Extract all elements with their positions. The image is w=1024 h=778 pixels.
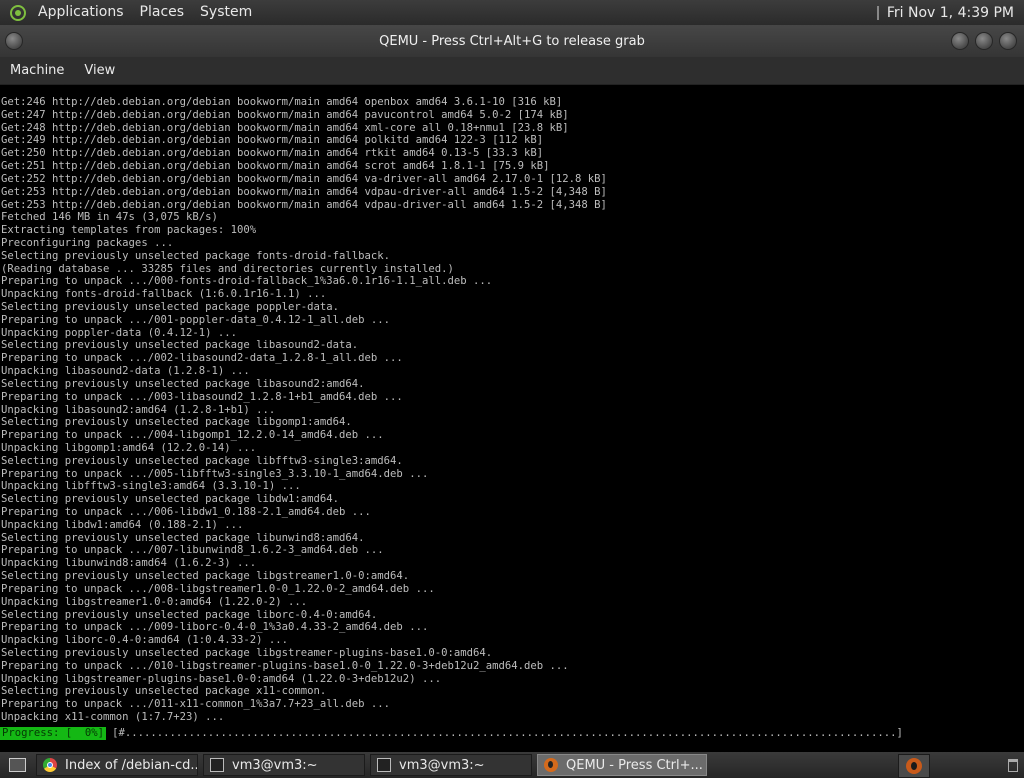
window-menu-button[interactable] [5, 32, 23, 50]
chrome-icon [43, 758, 57, 772]
task-label: QEMU - Press Ctrl+... [566, 757, 703, 773]
console-line: Preparing to unpack .../008-libgstreamer… [1, 582, 435, 595]
menu-view[interactable]: View [74, 63, 125, 78]
console-line: Extracting templates from packages: 100% [1, 224, 257, 237]
task-terminal-1[interactable]: vm3@vm3:~ [203, 754, 365, 776]
task-label: vm3@vm3:~ [399, 757, 485, 773]
qemu-tray-icon [906, 758, 922, 774]
console-line: Get:250 http://deb.debian.org/debian boo… [1, 147, 544, 160]
console-line: Selecting previously unselected package … [1, 570, 410, 583]
places-menu[interactable]: Places [132, 0, 193, 25]
console-line: Unpacking libgstreamer1.0-0:amd64 (1.22.… [1, 595, 308, 608]
console-line: Selecting previously unselected package … [1, 454, 403, 467]
progress-label: Progress: [ 0%] [0, 727, 107, 740]
console-line: Preconfiguring packages ... [1, 236, 174, 249]
console-line: Unpacking libunwind8:amd64 (1.6.2-3) ... [1, 557, 257, 570]
guest-console[interactable]: Get:246 http://deb.debian.org/debian boo… [0, 96, 1024, 747]
console-line: Unpacking poppler-data (0.4.12-1) ... [1, 326, 237, 339]
console-line: Unpacking libgomp1:amd64 (12.2.0-14) ... [1, 441, 257, 454]
qemu-icon [544, 758, 558, 772]
system-menu[interactable]: System [192, 0, 260, 25]
console-line: Get:253 http://deb.debian.org/debian boo… [1, 198, 607, 211]
console-line: Get:251 http://deb.debian.org/debian boo… [1, 160, 550, 173]
console-line: Preparing to unpack .../003-libasound2_1… [1, 390, 403, 403]
console-line: Preparing to unpack .../007-libunwind8_1… [1, 544, 384, 557]
window-title: QEMU - Press Ctrl+Alt+G to release grab [379, 33, 645, 49]
console-line: Unpacking libdw1:amd64 (0.188-2.1) ... [1, 518, 244, 531]
applications-menu[interactable]: Applications [30, 0, 132, 25]
console-line: Selecting previously unselected package … [1, 493, 340, 506]
trash-icon [1008, 758, 1018, 772]
console-line: Unpacking x11-common (1:7.7+23) ... [1, 711, 225, 723]
qemu-menubar: Machine View [0, 57, 1024, 85]
console-line: Selecting previously unselected package … [1, 531, 365, 544]
terminal-icon [210, 758, 224, 772]
taskbar: Index of /debian-cd... vm3@vm3:~ vm3@vm3… [0, 752, 1024, 778]
console-line: Selecting previously unselected package … [1, 416, 352, 429]
task-browser[interactable]: Index of /debian-cd... [36, 754, 198, 776]
progress-bar: [#......................................… [112, 727, 903, 739]
console-line: Preparing to unpack .../005-libfftw3-sin… [1, 467, 429, 480]
console-line: Preparing to unpack .../000-fonts-droid-… [1, 275, 493, 288]
console-line: Preparing to unpack .../009-liborc-0.4-0… [1, 621, 429, 634]
distro-logo-icon[interactable] [10, 4, 26, 21]
console-line: Preparing to unpack .../004-libgomp1_12.… [1, 429, 384, 442]
console-line: Get:253 http://deb.debian.org/debian boo… [1, 185, 607, 198]
console-line: Preparing to unpack .../011-x11-common_1… [1, 698, 391, 711]
maximize-button[interactable] [975, 32, 993, 50]
task-qemu[interactable]: QEMU - Press Ctrl+... [537, 754, 707, 776]
clock-area: Fri Nov 1, 4:39 PM [876, 5, 1024, 21]
console-line: Selecting previously unselected package … [1, 608, 378, 621]
show-desktop-button[interactable] [4, 754, 30, 776]
task-label: vm3@vm3:~ [232, 757, 318, 773]
terminal-icon [377, 758, 391, 772]
minimize-button[interactable] [951, 32, 969, 50]
console-line: Preparing to unpack .../006-libdw1_0.188… [1, 506, 371, 518]
top-panel: Applications Places System Fri Nov 1, 4:… [0, 0, 1024, 25]
console-line: Unpacking libasound2:amd64 (1.2.8-1+b1) … [1, 403, 276, 416]
console-line: Preparing to unpack .../010-libgstreamer… [1, 659, 569, 672]
console-line: Unpacking libgstreamer-plugins-base1.0-0… [1, 672, 442, 685]
console-line: Selecting previously unselected package … [1, 685, 327, 698]
console-line: Unpacking libfftw3-single3:amd64 (3.3.10… [1, 480, 301, 493]
console-line: Get:252 http://deb.debian.org/debian boo… [1, 172, 607, 185]
console-line: Selecting previously unselected package … [1, 339, 359, 352]
trash-button[interactable] [1004, 754, 1022, 776]
console-line: Get:248 http://deb.debian.org/debian boo… [1, 121, 569, 134]
console-line: Selecting previously unselected package … [1, 249, 391, 262]
console-line: Selecting previously unselected package … [1, 377, 365, 390]
console-line: Selecting previously unselected package … [1, 301, 340, 313]
console-line: Unpacking liborc-0.4-0:amd64 (1:0.4.33-2… [1, 634, 289, 647]
console-line: Get:249 http://deb.debian.org/debian boo… [1, 134, 544, 147]
console-line: Preparing to unpack .../002-libasound2-d… [1, 352, 403, 365]
console-line: Preparing to unpack .../001-poppler-data… [1, 313, 391, 326]
console-line: Unpacking fonts-droid-fallback (1:6.0.1r… [1, 288, 327, 301]
panel-menus: Applications Places System [0, 0, 260, 25]
console-output: Get:246 http://deb.debian.org/debian boo… [0, 96, 1024, 724]
console-line: (Reading database ... 33285 files and di… [1, 262, 454, 275]
desktop-icon [8, 758, 26, 772]
clock[interactable]: Fri Nov 1, 4:39 PM [887, 5, 1014, 21]
menu-machine[interactable]: Machine [0, 63, 74, 78]
window-titlebar[interactable]: QEMU - Press Ctrl+Alt+G to release grab [0, 25, 1024, 57]
console-line: Unpacking libasound2-data (1.2.8-1) ... [1, 365, 250, 378]
console-line: Fetched 146 MB in 47s (3,075 kB/s) [1, 211, 218, 224]
tray-qemu-button[interactable] [898, 754, 930, 778]
panel-divider [876, 5, 879, 20]
task-terminal-2[interactable]: vm3@vm3:~ [370, 754, 532, 776]
close-button[interactable] [999, 32, 1017, 50]
apt-progress-row: Progress: [ 0%] [#......................… [0, 727, 1024, 740]
console-line: Selecting previously unselected package … [1, 646, 493, 659]
console-line: Get:247 http://deb.debian.org/debian boo… [1, 108, 569, 121]
task-label: Index of /debian-cd... [65, 757, 198, 773]
console-line: Get:246 http://deb.debian.org/debian boo… [1, 96, 563, 108]
